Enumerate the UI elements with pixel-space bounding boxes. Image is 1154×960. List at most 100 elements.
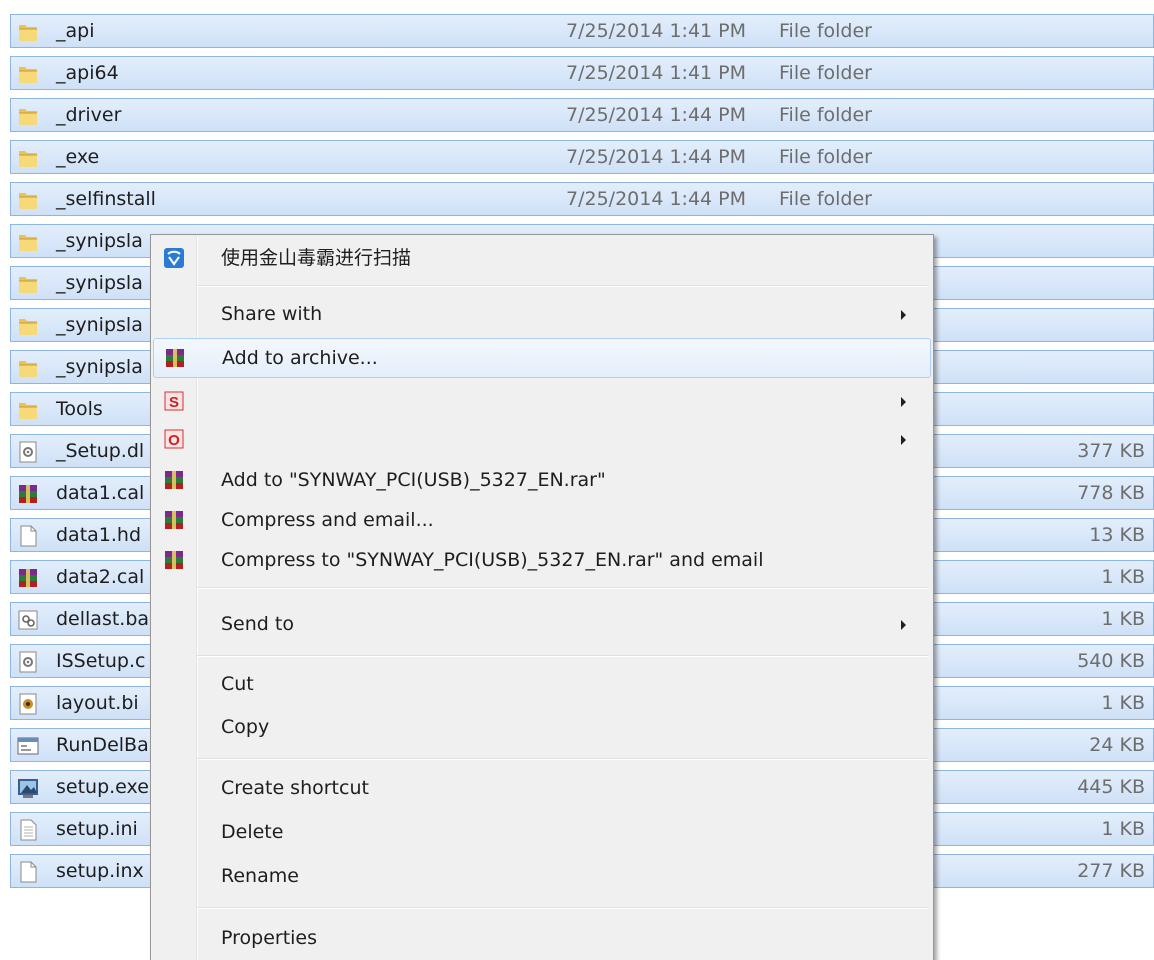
menu-item-add-to-archive[interactable]: Add to archive...: [153, 338, 931, 378]
file-name: RunDelBa: [56, 734, 149, 756]
menu-item-properties[interactable]: Properties: [153, 919, 931, 959]
file-date-modified: 7/25/2014 1:41 PM: [566, 62, 747, 84]
folder-icon: [17, 21, 39, 43]
o-app-icon: O: [163, 428, 185, 450]
menu-item-share-with[interactable]: Share with: [153, 295, 931, 335]
file-size: 445 KB: [1077, 776, 1145, 798]
menu-item-label: Send to: [221, 613, 294, 635]
file-type: File folder: [779, 146, 872, 168]
file-name: setup.exe: [56, 776, 149, 798]
menu-item-label: Compress and email...: [221, 509, 434, 531]
file-size: 277 KB: [1077, 860, 1145, 882]
menu-item-kingsoft-scan[interactable]: 使用金山毒霸进行扫描: [153, 239, 931, 279]
folder-icon: [17, 105, 39, 127]
folder-icon: [17, 273, 39, 295]
file-name: layout.bi: [56, 692, 139, 714]
winrar-icon: [164, 347, 186, 369]
file-name: Tools: [56, 398, 103, 420]
folder-icon: [17, 357, 39, 379]
file-row[interactable]: _api64 7/25/2014 1:41 PM File folder: [10, 56, 1154, 90]
menu-item-copy[interactable]: Copy: [153, 708, 931, 748]
menu-separator: [197, 655, 929, 657]
file-name: _api64: [56, 62, 119, 84]
menu-item-label: Delete: [221, 821, 284, 843]
file-name: setup.ini: [56, 818, 138, 840]
svg-text:S: S: [169, 394, 179, 411]
text-file-icon: [17, 819, 39, 841]
file-name: _synipsla: [56, 272, 143, 294]
binary-file-icon: [17, 693, 39, 715]
file-date-modified: 7/25/2014 1:44 PM: [566, 104, 747, 126]
file-size: 778 KB: [1077, 482, 1145, 504]
file-row[interactable]: _exe 7/25/2014 1:44 PM File folder: [10, 140, 1154, 174]
file-date-modified: 7/25/2014 1:44 PM: [566, 188, 747, 210]
menu-separator: [197, 907, 929, 909]
menu-item-compress-rar-and-email[interactable]: Compress to "SYNWAY_PCI(USB)_5327_EN.rar…: [153, 541, 931, 581]
menu-item-rename[interactable]: Rename: [153, 857, 931, 897]
menu-separator: [197, 587, 929, 589]
menu-separator: [197, 285, 929, 287]
kingsoft-antivirus-icon: [163, 247, 185, 269]
file-size: 24 KB: [1089, 734, 1145, 756]
file-name: data2.cal: [56, 566, 145, 588]
winrar-icon: [163, 549, 185, 571]
menu-item-label: Create shortcut: [221, 777, 369, 799]
dll-file-icon: [17, 441, 39, 463]
file-name: data1.cal: [56, 482, 145, 504]
menu-separator: [197, 758, 929, 760]
file-type: File folder: [779, 20, 872, 42]
setup-exe-icon: [17, 777, 39, 799]
file-name: _api: [56, 20, 95, 42]
file-name: _synipsla: [56, 356, 143, 378]
file-name: dellast.ba: [56, 608, 150, 630]
menu-item-send-to[interactable]: Send to: [153, 605, 931, 645]
file-size: 1 KB: [1101, 818, 1145, 840]
file-name: data1.hd: [56, 524, 142, 546]
blank-file-icon: [17, 525, 39, 547]
menu-item-o-submenu[interactable]: O: [153, 420, 931, 460]
file-date-modified: 7/25/2014 1:41 PM: [566, 20, 747, 42]
file-size: 1 KB: [1101, 566, 1145, 588]
file-name: _exe: [56, 146, 100, 168]
menu-item-create-shortcut[interactable]: Create shortcut: [153, 769, 931, 809]
folder-icon: [17, 63, 39, 85]
winrar-icon: [163, 469, 185, 491]
file-name: _selfinstall: [56, 188, 156, 210]
context-menu: 使用金山毒霸进行扫描 Share with Add to archive... …: [150, 234, 934, 960]
menu-item-label: Add to "SYNWAY_PCI(USB)_5327_EN.rar": [221, 469, 606, 491]
folder-icon: [17, 147, 39, 169]
file-size: 377 KB: [1077, 440, 1145, 462]
submenu-arrow-icon: [901, 310, 906, 320]
file-size: 1 KB: [1101, 692, 1145, 714]
menu-item-cut[interactable]: Cut: [153, 665, 931, 705]
menu-item-label: Rename: [221, 865, 299, 887]
menu-item-s-submenu[interactable]: S: [153, 382, 931, 422]
menu-item-delete[interactable]: Delete: [153, 813, 931, 853]
file-name: _Setup.dl: [56, 440, 145, 462]
file-type: File folder: [779, 62, 872, 84]
menu-item-label: Copy: [221, 716, 270, 738]
winrar-icon: [163, 509, 185, 531]
file-size: 13 KB: [1089, 524, 1145, 546]
file-size: 1 KB: [1101, 608, 1145, 630]
folder-icon: [17, 399, 39, 421]
file-row[interactable]: _selfinstall 7/25/2014 1:44 PM File folder: [10, 182, 1154, 216]
file-name: _synipsla: [56, 314, 143, 336]
file-row[interactable]: _api 7/25/2014 1:41 PM File folder: [10, 14, 1154, 48]
menu-item-compress-and-email[interactable]: Compress and email...: [153, 501, 931, 541]
menu-item-label: Add to archive...: [222, 347, 378, 369]
menu-item-add-to-rar[interactable]: Add to "SYNWAY_PCI(USB)_5327_EN.rar": [153, 461, 931, 501]
s-app-icon: S: [163, 390, 185, 412]
menu-item-label: 使用金山毒霸进行扫描: [221, 247, 412, 269]
file-name: _synipsla: [56, 230, 143, 252]
file-name: ISSetup.c: [56, 650, 146, 672]
folder-icon: [17, 231, 39, 253]
blank-file-icon: [17, 861, 39, 883]
submenu-arrow-icon: [901, 435, 906, 445]
file-type: File folder: [779, 104, 872, 126]
file-type: File folder: [779, 188, 872, 210]
file-row[interactable]: _driver 7/25/2014 1:44 PM File folder: [10, 98, 1154, 132]
menu-item-label: Share with: [221, 303, 323, 325]
menu-item-label: Properties: [221, 927, 318, 949]
file-date-modified: 7/25/2014 1:44 PM: [566, 146, 747, 168]
